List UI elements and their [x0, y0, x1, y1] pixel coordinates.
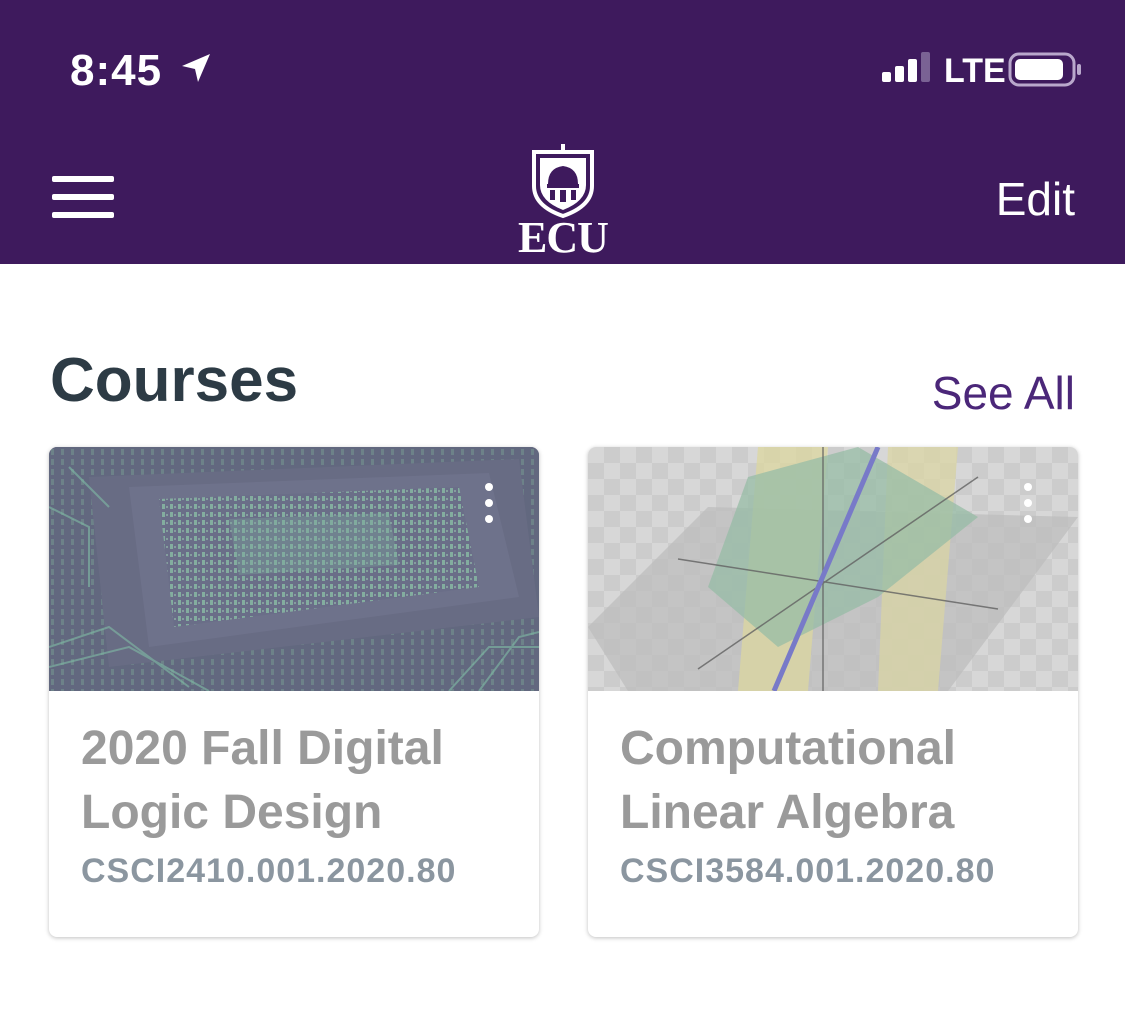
courses-heading: Courses [50, 346, 299, 415]
course-options-icon[interactable] [1020, 483, 1036, 527]
app-header: 8:45 LTE ECU Edit [0, 0, 1125, 264]
status-bar: 8:45 LTE [0, 0, 1125, 130]
course-code: CSCI2410.001.2020.80 [81, 852, 457, 890]
course-options-icon[interactable] [481, 483, 497, 527]
circuit-board-chip-image [49, 447, 539, 691]
edit-button[interactable]: Edit [996, 172, 1075, 226]
3d-planes-graph-image [588, 447, 1078, 691]
course-card[interactable]: Computational Linear Algebra CSCI3584.00… [588, 447, 1078, 937]
network-type: LTE [944, 52, 1006, 90]
course-card[interactable]: 2020 Fall Digital Logic Design CSCI2410.… [49, 447, 539, 937]
course-code: CSCI3584.001.2020.80 [620, 852, 996, 890]
see-all-link[interactable]: See All [932, 366, 1075, 420]
course-title: 2020 Fall Digital Logic Design [81, 722, 444, 839]
ecu-logo: ECU [510, 140, 616, 262]
navigation-bar: ECU Edit [0, 130, 1125, 264]
logo-text: ECU [518, 213, 609, 262]
battery-icon [1008, 52, 1081, 87]
status-time: 8:45 [70, 46, 163, 95]
location-arrow-icon [182, 54, 210, 82]
signal-bars-icon [882, 52, 930, 82]
ecu-shield-icon [532, 144, 594, 219]
course-title: Computational Linear Algebra [620, 722, 956, 839]
hamburger-menu-icon[interactable] [52, 174, 116, 222]
